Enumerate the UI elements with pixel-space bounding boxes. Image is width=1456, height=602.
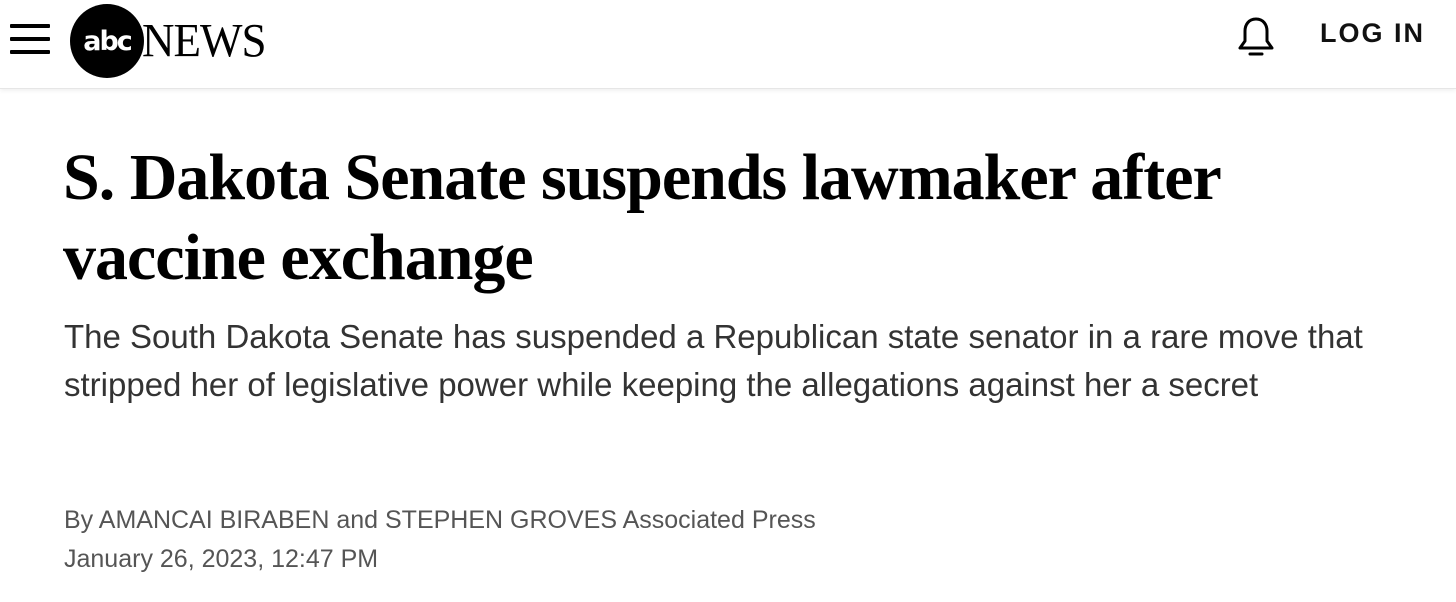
abc-news-logo[interactable]: abc NEWS [70,3,266,79]
login-button[interactable]: LOG IN [1320,18,1425,49]
article-subheadline: The South Dakota Senate has suspended a … [64,318,1363,403]
author-link-2[interactable]: STEPHEN GROVES [385,506,617,534]
abc-logo-mark: abc [70,4,144,78]
byline-prefix: By [64,506,94,534]
article-headline: S. Dakota Senate suspends lawmaker after… [63,138,1403,298]
byline-source: Associated Press [622,506,816,534]
byline-conjunction: and [336,506,379,534]
bell-icon[interactable] [1234,14,1278,58]
news-wordmark: NEWS [142,14,266,67]
article-byline: By AMANCAI BIRABEN and STEPHEN GROVES As… [64,504,816,536]
article-date: January 26, 2023, 12:47 PM [64,545,379,573]
headline-line-2: vaccine exchange [63,221,534,294]
site-header: abc NEWS LOG IN [0,0,1456,89]
author-link-1[interactable]: AMANCAI BIRABEN [99,506,330,534]
headline-line-1: S. Dakota Senate suspends lawmaker after [63,141,1222,214]
menu-icon[interactable] [10,22,52,56]
